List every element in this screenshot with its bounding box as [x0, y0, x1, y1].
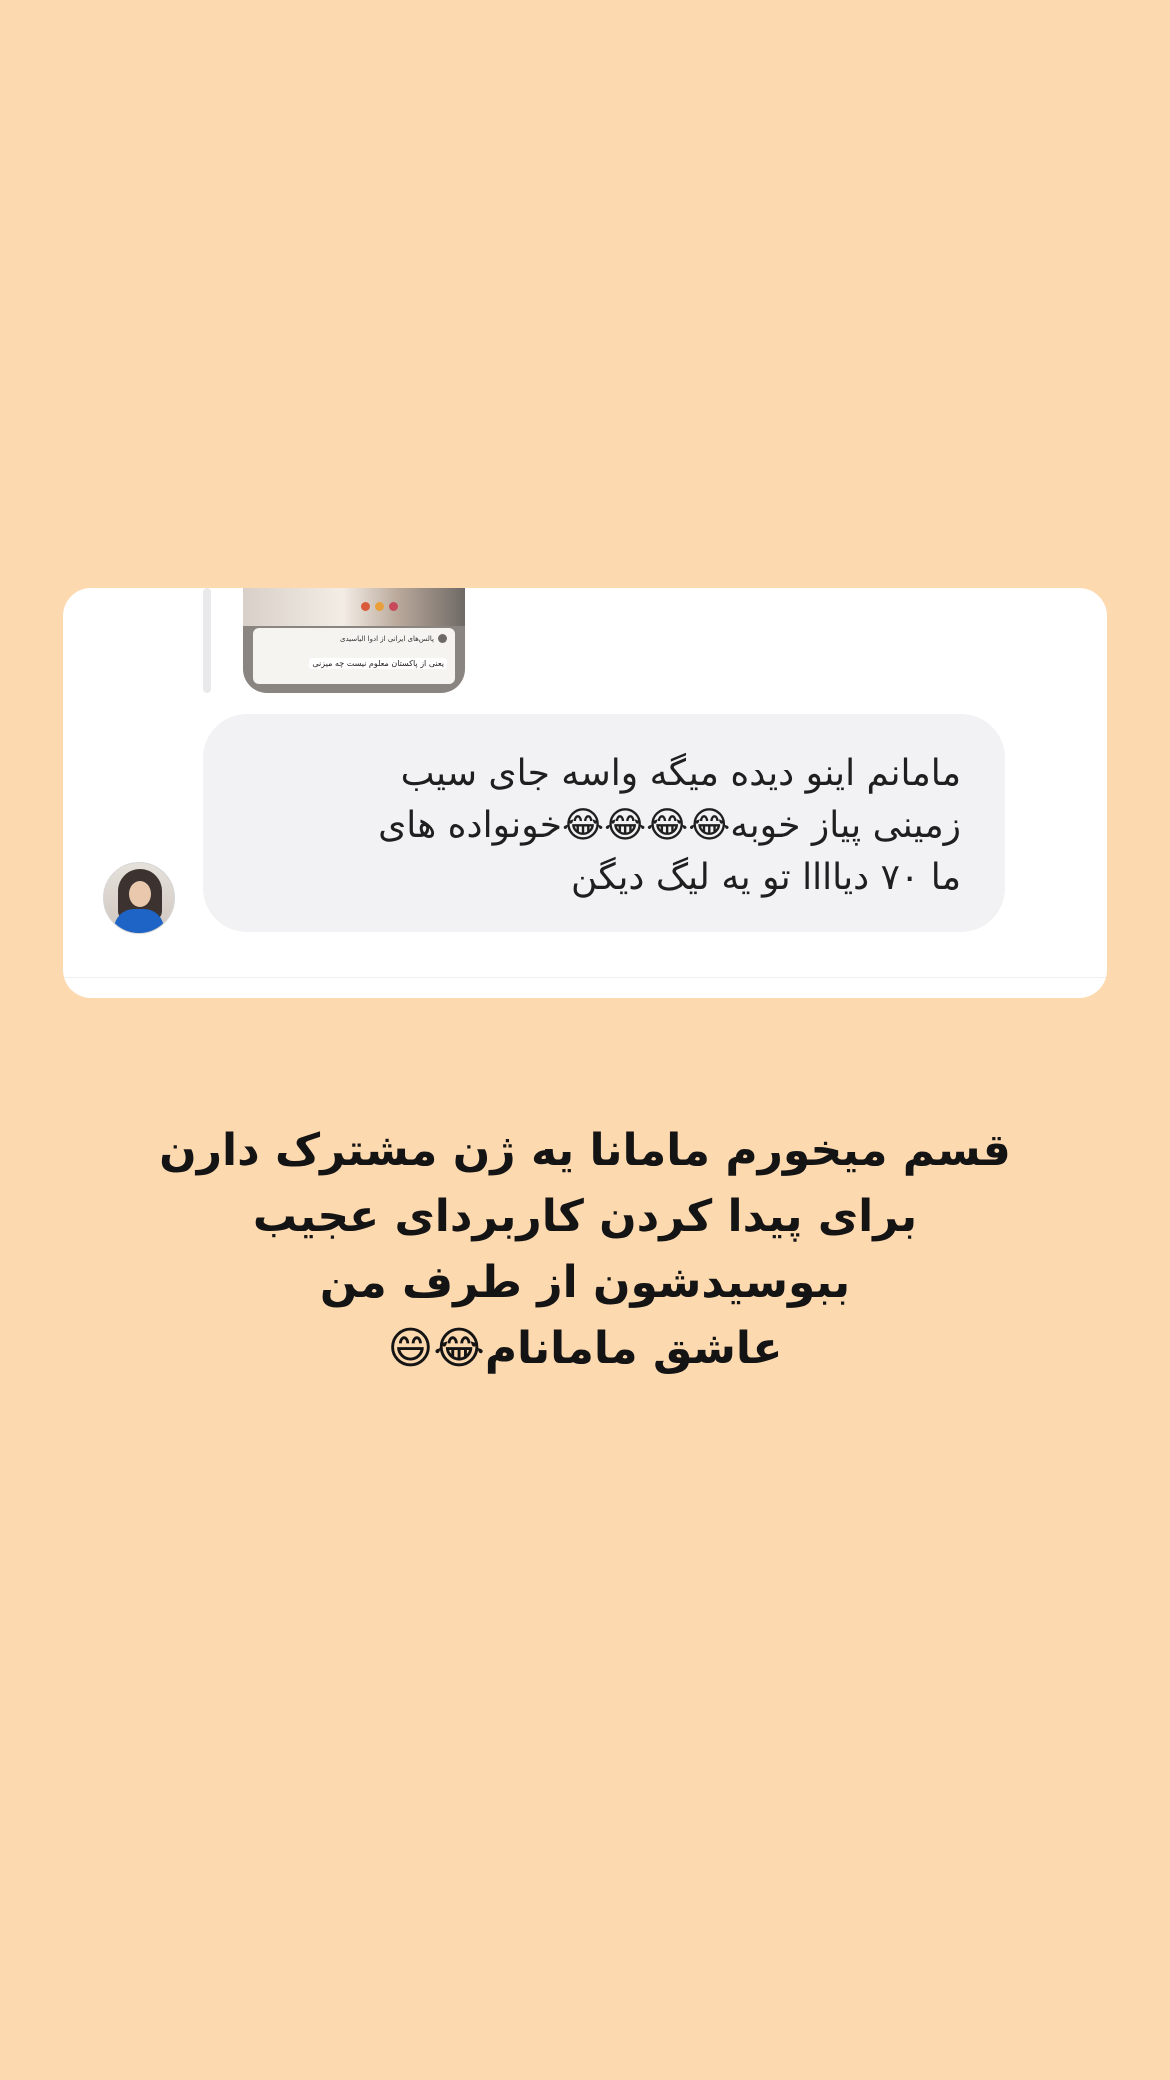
story-preview-photo	[243, 588, 465, 626]
comment-line: زمینی پیاز خوبه😂😂😂😂خونواده های	[378, 805, 961, 846]
flower-decoration	[389, 602, 398, 611]
flower-decoration	[361, 602, 370, 611]
comment-card: پالس‌های ایرانی از ادوا الیاسیدی یعنی از…	[63, 588, 1107, 998]
story-preview-username: پالس‌های ایرانی از ادوا الیاسیدی	[340, 634, 434, 643]
commenter-avatar[interactable]	[103, 862, 175, 934]
story-preview-caption-box: پالس‌های ایرانی از ادوا الیاسیدی یعنی از…	[253, 628, 455, 684]
story-user-avatar	[438, 634, 447, 643]
flower-decoration	[375, 602, 384, 611]
comment-line: مامانم اینو دیده میگه واسه جای سیب	[400, 753, 961, 794]
story-preview-caption: یعنی از پاکستان معلوم نیست چه میزنی	[309, 658, 447, 669]
comment-text: مامانم اینو دیده میگه واسه جای سیب زمینی…	[239, 748, 961, 904]
avatar-face	[129, 881, 151, 907]
story-caption: قسم میخورم ماما‌نا یه ژن مشترک دارن برای…	[0, 1118, 1170, 1382]
comment-line: ما ۷۰ دیاااا تو یه لیگ دیگن	[571, 857, 961, 898]
caption-line: برای پیدا کردن کاربردای عجیب	[252, 1191, 918, 1242]
caption-line: ببوسیدشون از طرف من	[319, 1257, 851, 1308]
card-divider	[63, 977, 1107, 978]
caption-line: عاشق مامانام😂😄	[387, 1323, 783, 1374]
caption-line: قسم میخورم ماما‌نا یه ژن مشترک دارن	[159, 1125, 1011, 1176]
avatar-shirt	[114, 909, 164, 933]
reply-thread-line	[203, 588, 211, 693]
comment-bubble: مامانم اینو دیده میگه واسه جای سیب زمینی…	[203, 714, 1005, 932]
story-preview-thumbnail[interactable]: پالس‌های ایرانی از ادوا الیاسیدی یعنی از…	[243, 588, 465, 693]
